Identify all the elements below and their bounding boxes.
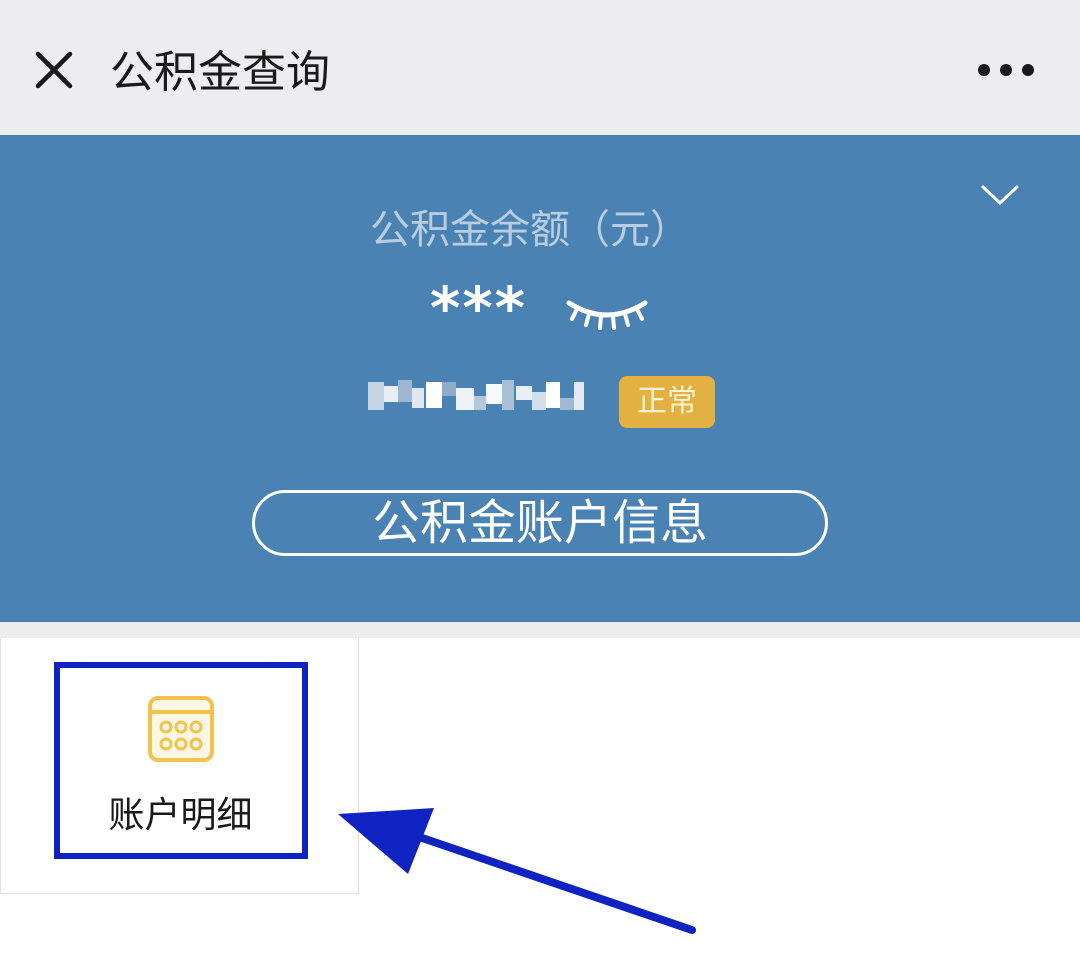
service-item-account-details[interactable]: 账户明细 <box>0 638 359 894</box>
more-button[interactable] <box>968 48 1044 92</box>
account-info-button[interactable]: 公积金账户信息 <box>252 490 828 556</box>
pixelated-block <box>368 380 584 410</box>
status-badge: 正常 <box>619 376 715 428</box>
account-summary-card: 公积金余额（元） *** 正常 公积金账户信息 <box>0 135 1080 622</box>
account-number-redacted <box>368 378 584 414</box>
visibility-toggle[interactable] <box>565 297 649 337</box>
balance-label: 公积金余额（元） <box>370 207 690 253</box>
eye-closed-icon <box>566 300 648 330</box>
top-bar: 公积金查询 <box>0 0 1080 135</box>
calendar-icon <box>147 695 215 763</box>
balance-amount: *** <box>430 274 527 342</box>
section-divider <box>0 622 1080 638</box>
service-item-label: 账户明细 <box>108 795 253 836</box>
page-title: 公积金查询 <box>110 47 330 98</box>
close-icon <box>35 51 73 89</box>
close-button[interactable] <box>22 38 86 102</box>
pointer-arrow <box>330 800 710 950</box>
more-dots-icon <box>978 64 1034 76</box>
